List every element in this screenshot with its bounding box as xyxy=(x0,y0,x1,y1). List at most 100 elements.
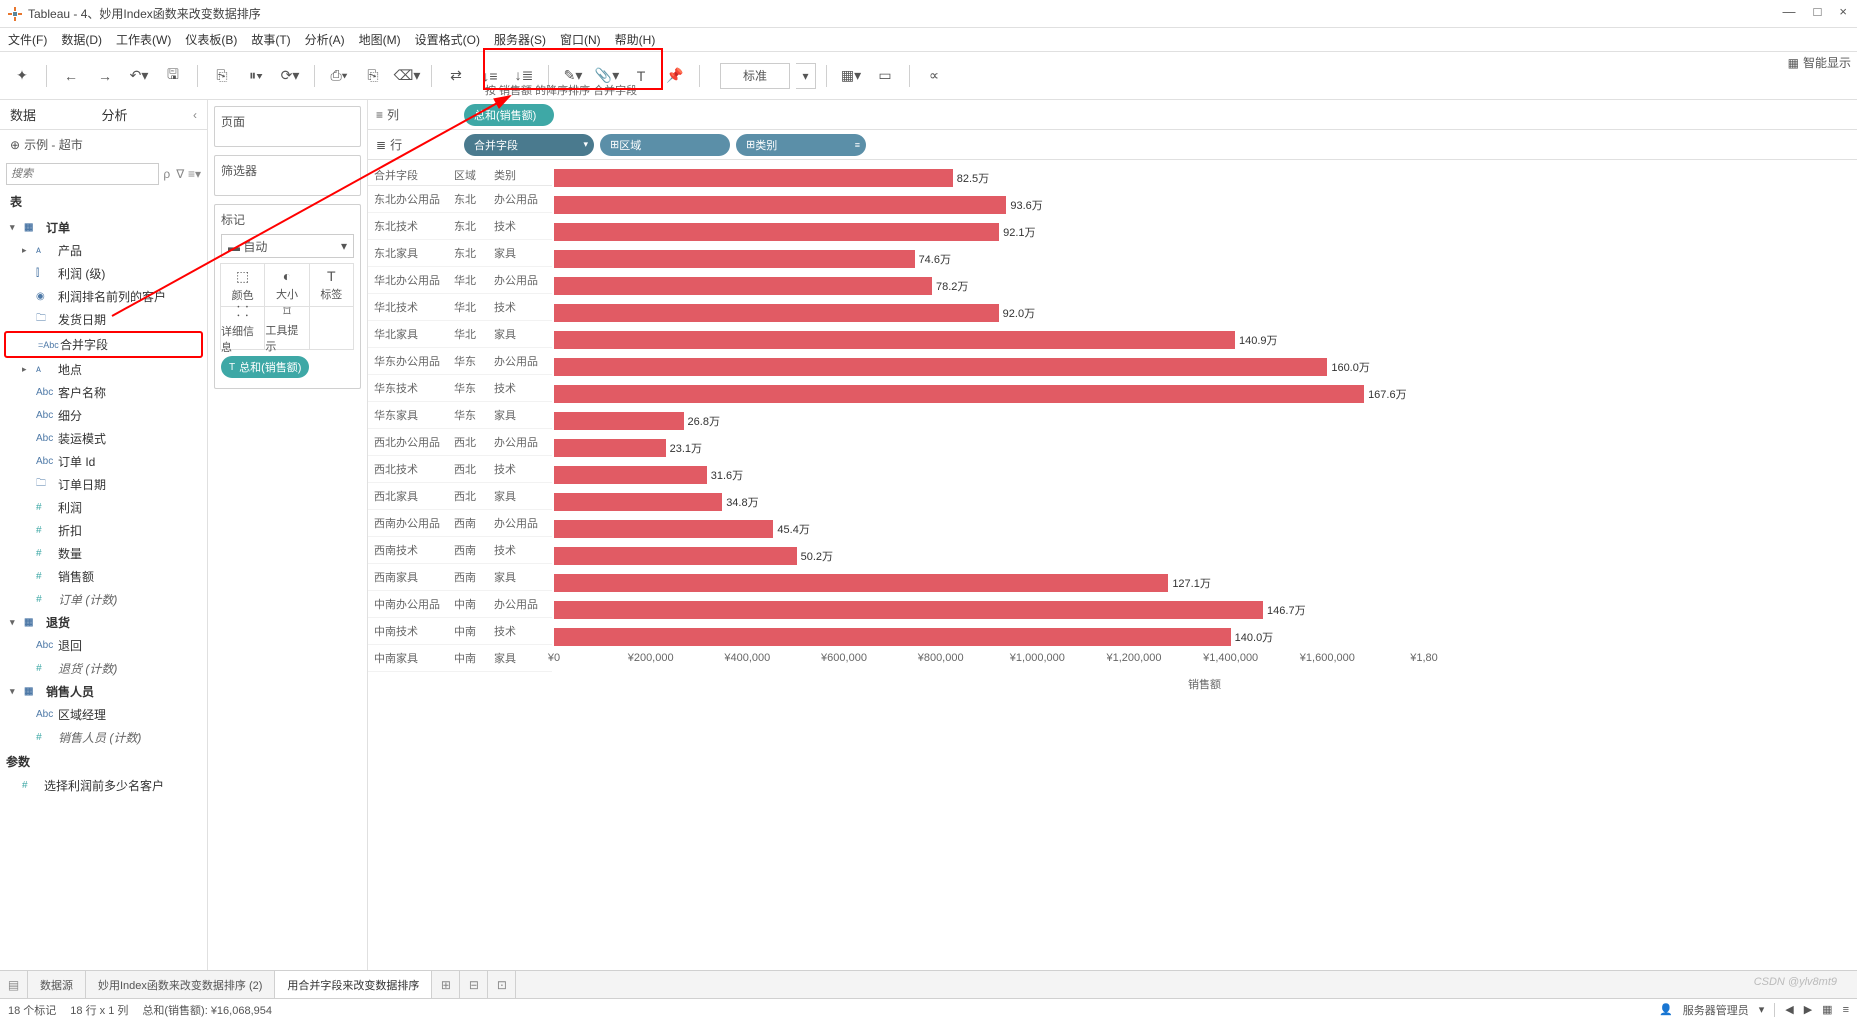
row-header-cell[interactable]: 华北 xyxy=(448,321,488,348)
row-header-cell[interactable]: 东北 xyxy=(448,186,488,213)
fit-dropdown[interactable]: 标准 xyxy=(720,63,790,89)
row-header-cell[interactable]: 家具 xyxy=(488,240,552,267)
marks-size[interactable]: ◐大小 xyxy=(264,263,309,307)
field-segment[interactable]: Abc细分 xyxy=(0,404,207,427)
marks-tooltip[interactable]: ⌑工具提示 xyxy=(264,306,309,350)
fit-dropdown-arrow[interactable]: ▾ xyxy=(796,63,816,89)
filter-icon[interactable]: ∇ xyxy=(174,167,185,181)
row-header-cell[interactable]: 西北 xyxy=(448,483,488,510)
row-header-cell[interactable]: 西北 xyxy=(448,456,488,483)
menu-window[interactable]: 窗口(N) xyxy=(560,31,601,48)
menu-map[interactable]: 地图(M) xyxy=(359,31,401,48)
row-header-cell[interactable]: 华东技术 xyxy=(368,375,448,402)
measure-discount[interactable]: #折扣 xyxy=(0,519,207,542)
row-header-cell[interactable]: 西北办公用品 xyxy=(368,429,448,456)
duplicate-button[interactable]: ⎘ xyxy=(359,62,387,90)
measure-sales[interactable]: #销售额 xyxy=(0,565,207,588)
marks-color[interactable]: ⬚颜色 xyxy=(220,263,265,307)
datasource-tab-icon[interactable]: ▤ xyxy=(0,971,28,998)
menu-server[interactable]: 服务器(S) xyxy=(494,31,546,48)
row-header-cell[interactable]: 华北 xyxy=(448,294,488,321)
menu-analysis[interactable]: 分析(A) xyxy=(305,31,345,48)
new-dashboard-button[interactable]: ⊟ xyxy=(460,971,488,998)
row-header-cell[interactable]: 西北技术 xyxy=(368,456,448,483)
row-header-cell[interactable]: 办公用品 xyxy=(488,510,552,537)
field-ship-date[interactable]: 🗀发货日期 xyxy=(0,308,207,331)
field-customer[interactable]: Abc客户名称 xyxy=(0,381,207,404)
search-input[interactable] xyxy=(6,163,159,185)
field-orderdate[interactable]: 🗀订单日期 xyxy=(0,473,207,496)
bar[interactable] xyxy=(554,169,953,187)
row-header-cell[interactable]: 西南 xyxy=(448,537,488,564)
bar[interactable] xyxy=(554,223,999,241)
bar[interactable] xyxy=(554,250,915,268)
row-header-cell[interactable]: 西南办公用品 xyxy=(368,510,448,537)
measure-quantity[interactable]: #数量 xyxy=(0,542,207,565)
close-button[interactable]: × xyxy=(1839,4,1847,19)
row-header-cell[interactable]: 东北家具 xyxy=(368,240,448,267)
grid-button[interactable]: ▦ xyxy=(1822,1003,1832,1016)
measure-profit[interactable]: #利润 xyxy=(0,496,207,519)
row-header-cell[interactable]: 家具 xyxy=(488,402,552,429)
bar[interactable] xyxy=(554,601,1263,619)
row-header-cell[interactable]: 华北家具 xyxy=(368,321,448,348)
menu-dashboard[interactable]: 仪表板(B) xyxy=(185,31,237,48)
field-region-mgr[interactable]: Abc区域经理 xyxy=(0,703,207,726)
bar[interactable] xyxy=(554,196,1006,214)
columns-shelf[interactable]: ≡列 总和(销售额) xyxy=(368,100,1857,130)
menu-file[interactable]: 文件(F) xyxy=(8,31,47,48)
row-header-cell[interactable]: 技术 xyxy=(488,213,552,240)
columns-pill-sum-sales[interactable]: 总和(销售额) xyxy=(464,104,554,126)
folder-product[interactable]: ▸ᴀ产品 xyxy=(0,239,207,262)
prev-button[interactable]: ◀ xyxy=(1785,1003,1793,1016)
new-worksheet-button[interactable]: ⎙▾ xyxy=(325,62,353,90)
row-header-cell[interactable]: 办公用品 xyxy=(488,267,552,294)
bar[interactable] xyxy=(554,547,797,565)
marks-pill-sum-sales[interactable]: T总和(销售额) xyxy=(221,356,309,378)
row-header-cell[interactable]: 办公用品 xyxy=(488,186,552,213)
row-header-cell[interactable]: 东北 xyxy=(448,213,488,240)
marks-label[interactable]: T标签 xyxy=(309,263,354,307)
row-header-cell[interactable]: 技术 xyxy=(488,618,552,645)
row-header-cell[interactable]: 东北 xyxy=(448,240,488,267)
field-orderid[interactable]: Abc订单 Id xyxy=(0,450,207,473)
menu-story[interactable]: 故事(T) xyxy=(251,31,290,48)
row-header-cell[interactable]: 中南 xyxy=(448,645,488,672)
bar[interactable] xyxy=(554,385,1364,403)
row-header-cell[interactable]: 西北 xyxy=(448,429,488,456)
list-button[interactable]: ≡ xyxy=(1843,1004,1849,1016)
row-header-cell[interactable]: 中南办公用品 xyxy=(368,591,448,618)
row-header-cell[interactable]: 华东家具 xyxy=(368,402,448,429)
pin-button[interactable]: 📌 xyxy=(661,62,689,90)
datasource-row[interactable]: ⊕ 示例 - 超市 xyxy=(0,130,207,159)
row-header-cell[interactable]: 华东 xyxy=(448,348,488,375)
filters-shelf[interactable]: 筛选器 xyxy=(214,155,361,196)
save-button[interactable]: 🖫 xyxy=(159,62,187,90)
bar[interactable] xyxy=(554,574,1168,592)
maximize-button[interactable]: □ xyxy=(1814,4,1822,19)
row-header-cell[interactable]: 西南技术 xyxy=(368,537,448,564)
show-cards-button[interactable]: ▦▾ xyxy=(837,62,865,90)
row-header-cell[interactable]: 西南 xyxy=(448,564,488,591)
tab-data[interactable]: 数据 xyxy=(0,100,92,129)
view-icon[interactable]: ≡▾ xyxy=(188,167,201,181)
header-region[interactable]: 区域 xyxy=(448,164,488,186)
rows-pill-combined[interactable]: 合并字段▾ xyxy=(464,134,594,156)
forward-button[interactable]: → xyxy=(91,62,119,90)
show-me-button[interactable]: ▦智能显示 xyxy=(1788,54,1851,71)
menu-help[interactable]: 帮助(H) xyxy=(615,31,656,48)
row-header-cell[interactable]: 办公用品 xyxy=(488,429,552,456)
status-server-admin[interactable]: 服务器管理员 xyxy=(1683,1002,1749,1018)
bar[interactable] xyxy=(554,466,707,484)
bar[interactable] xyxy=(554,277,932,295)
search-icon[interactable]: ρ xyxy=(161,167,172,181)
next-button[interactable]: ▶ xyxy=(1804,1003,1812,1016)
bar[interactable] xyxy=(554,520,773,538)
row-header-cell[interactable]: 华东办公用品 xyxy=(368,348,448,375)
row-header-cell[interactable]: 技术 xyxy=(488,375,552,402)
row-header-cell[interactable]: 中南 xyxy=(448,591,488,618)
row-header-cell[interactable]: 办公用品 xyxy=(488,348,552,375)
bar[interactable] xyxy=(554,358,1327,376)
bar[interactable] xyxy=(554,439,666,457)
row-header-cell[interactable]: 华东 xyxy=(448,402,488,429)
